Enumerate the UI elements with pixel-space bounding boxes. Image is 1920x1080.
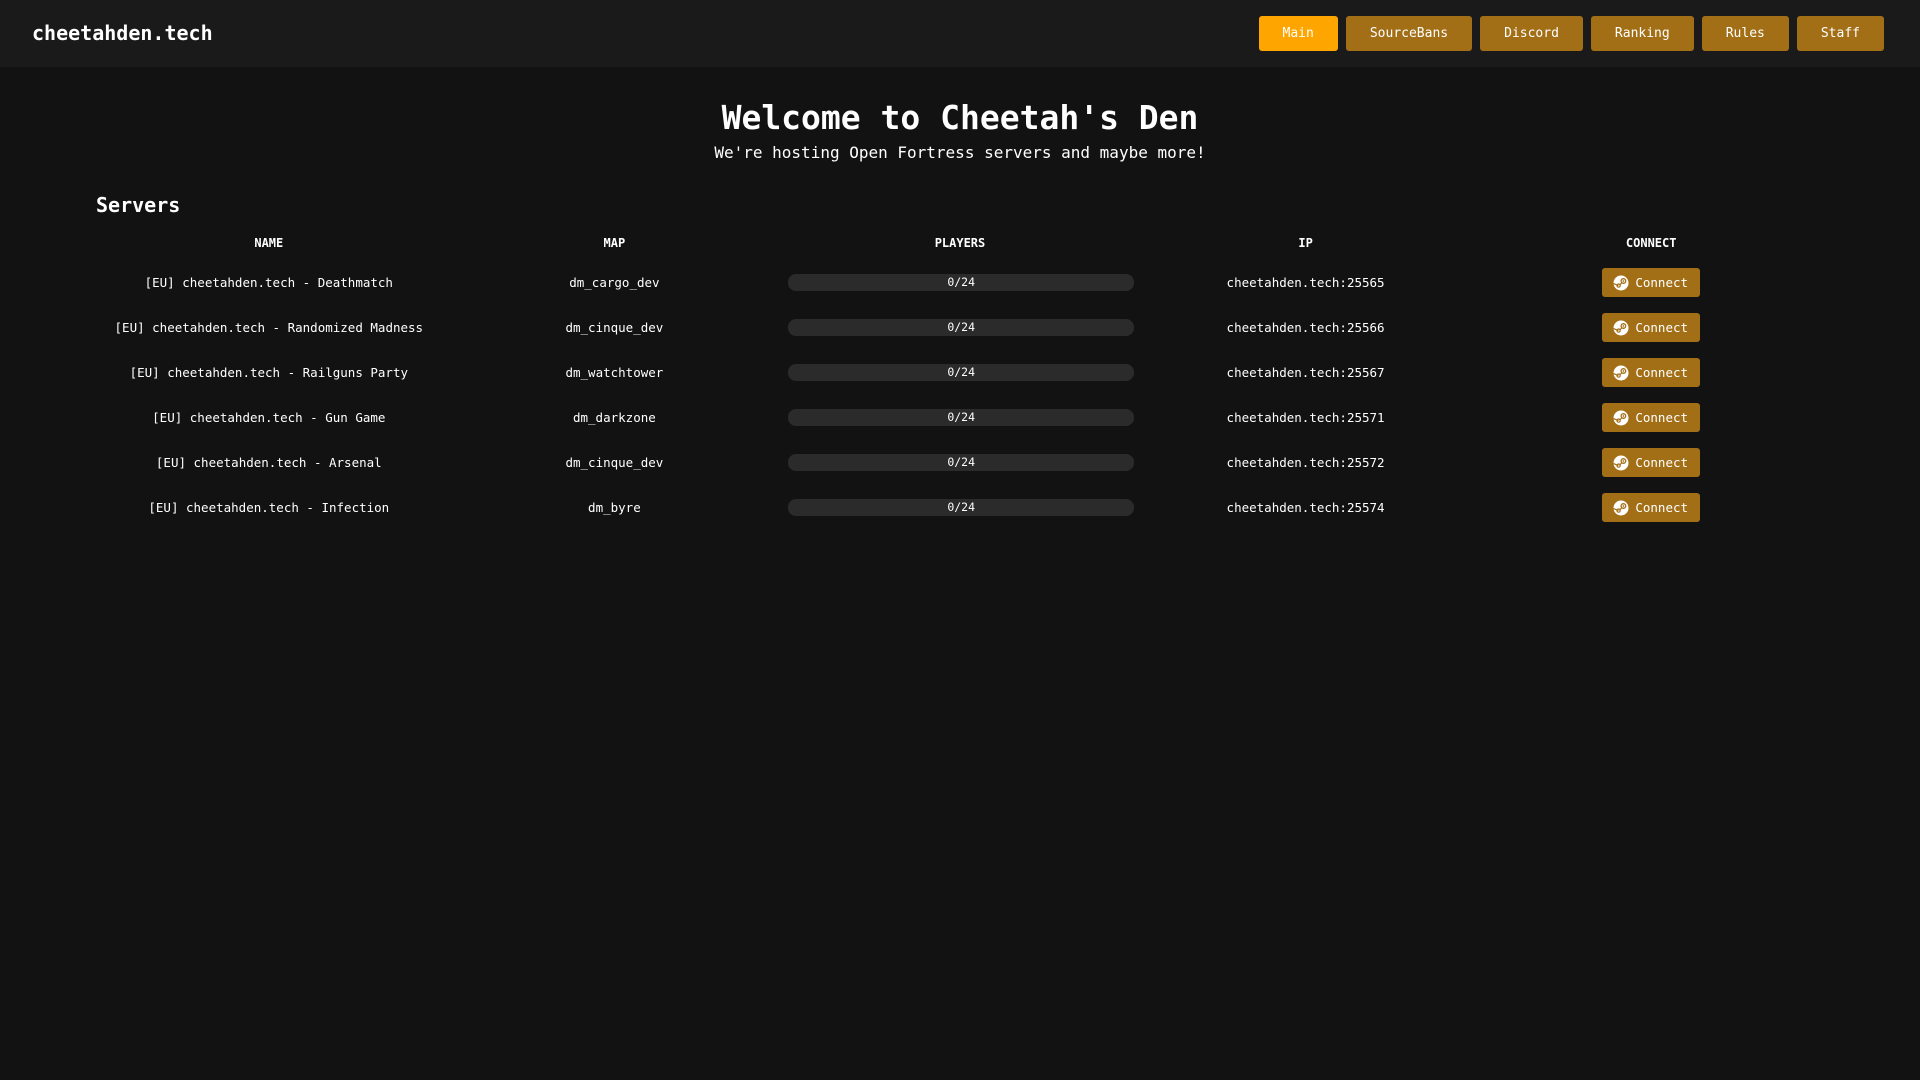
- steam-icon: [1613, 275, 1629, 291]
- server-name: [EU] cheetahden.tech - Railguns Party: [129, 365, 409, 380]
- server-connect-cell: Connect: [1478, 350, 1824, 395]
- connect-button[interactable]: Connect: [1602, 268, 1701, 297]
- hero-section: Welcome to Cheetah's Den We're hosting O…: [0, 96, 1920, 164]
- connect-label: Connect: [1635, 320, 1689, 335]
- page-subtitle: We're hosting Open Fortress servers and …: [714, 143, 1206, 162]
- server-connect-cell: Connect: [1478, 305, 1824, 350]
- top-navbar: cheetahden.tech Main SourceBans Discord …: [0, 0, 1920, 67]
- players-progress-bar: 0/24: [788, 499, 1135, 516]
- server-map: dm_cinque_dev: [565, 320, 664, 335]
- server-ip: cheetahden.tech:25574: [1226, 500, 1385, 515]
- site-brand[interactable]: cheetahden.tech: [32, 0, 213, 67]
- connect-button[interactable]: Connect: [1602, 448, 1701, 477]
- players-progress-bar: 0/24: [788, 409, 1135, 426]
- server-map: dm_darkzone: [572, 410, 656, 425]
- server-name: [EU] cheetahden.tech - Deathmatch: [144, 275, 393, 290]
- server-players: 0/24: [787, 305, 1135, 350]
- server-ip: cheetahden.tech:25567: [1226, 365, 1385, 380]
- column-header-map: MAP: [603, 235, 626, 250]
- connect-button[interactable]: Connect: [1602, 403, 1701, 432]
- steam-icon: [1613, 320, 1629, 336]
- server-map: dm_cargo_dev: [569, 275, 660, 290]
- players-progress-bar: 0/24: [788, 274, 1135, 291]
- servers-table: NAME MAP PLAYERS IP CONNECT [EU] cheetah…: [96, 225, 1824, 530]
- table-header-row: NAME MAP PLAYERS IP CONNECT: [96, 225, 1824, 260]
- players-count: 0/24: [947, 275, 976, 289]
- server-map: dm_watchtower: [565, 365, 664, 380]
- table-row: [EU] cheetahden.tech - Deathmatch dm_carg…: [96, 260, 1824, 305]
- players-progress-bar: 0/24: [788, 454, 1135, 471]
- players-progress-bar: 0/24: [788, 319, 1135, 336]
- steam-icon: [1613, 410, 1629, 426]
- column-header-players: PLAYERS: [934, 235, 986, 250]
- servers-heading: Servers: [96, 193, 181, 217]
- server-connect-cell: Connect: [1478, 485, 1824, 530]
- server-map: dm_byre: [588, 500, 641, 515]
- server-map: dm_cinque_dev: [565, 455, 664, 470]
- table-row: [EU] cheetahden.tech - Randomized Madnes…: [96, 305, 1824, 350]
- connect-button[interactable]: Connect: [1602, 358, 1701, 387]
- server-ip: cheetahden.tech:25566: [1226, 320, 1385, 335]
- steam-icon: [1613, 365, 1629, 381]
- column-header-ip: IP: [1298, 235, 1313, 250]
- steam-icon: [1613, 455, 1629, 471]
- connect-label: Connect: [1635, 455, 1689, 470]
- players-count: 0/24: [947, 320, 976, 334]
- nav-menu: Main SourceBans Discord Ranking Rules St…: [1258, 16, 1884, 51]
- connect-label: Connect: [1635, 410, 1689, 425]
- column-header-name: NAME: [254, 235, 284, 250]
- column-header-connect: CONNECT: [1625, 235, 1677, 250]
- nav-main-button[interactable]: Main: [1258, 16, 1338, 51]
- server-name: [EU] cheetahden.tech - Arsenal: [155, 455, 382, 470]
- connect-label: Connect: [1635, 275, 1689, 290]
- players-count: 0/24: [947, 365, 976, 379]
- server-ip: cheetahden.tech:25571: [1226, 410, 1385, 425]
- server-players: 0/24: [787, 395, 1135, 440]
- server-name: [EU] cheetahden.tech - Infection: [148, 500, 390, 515]
- server-ip: cheetahden.tech:25572: [1226, 455, 1385, 470]
- server-name: [EU] cheetahden.tech - Randomized Madnes…: [114, 320, 424, 335]
- players-count: 0/24: [947, 500, 976, 514]
- server-players: 0/24: [787, 485, 1135, 530]
- server-players: 0/24: [787, 260, 1135, 305]
- players-progress-bar: 0/24: [788, 364, 1135, 381]
- server-connect-cell: Connect: [1478, 440, 1824, 485]
- nav-ranking-button[interactable]: Ranking: [1590, 16, 1694, 51]
- server-connect-cell: Connect: [1478, 395, 1824, 440]
- connect-label: Connect: [1635, 365, 1689, 380]
- server-players: 0/24: [787, 350, 1135, 395]
- table-row: [EU] cheetahden.tech - Gun Game dm_darkzo…: [96, 395, 1824, 440]
- steam-icon: [1613, 500, 1629, 516]
- table-row: [EU] cheetahden.tech - Railguns Party dm_…: [96, 350, 1824, 395]
- nav-sourcebans-button[interactable]: SourceBans: [1345, 16, 1473, 51]
- connect-button[interactable]: Connect: [1602, 493, 1701, 522]
- connect-button[interactable]: Connect: [1602, 313, 1701, 342]
- server-players: 0/24: [787, 440, 1135, 485]
- server-connect-cell: Connect: [1478, 260, 1824, 305]
- nav-rules-button[interactable]: Rules: [1701, 16, 1789, 51]
- nav-staff-button[interactable]: Staff: [1796, 16, 1884, 51]
- players-count: 0/24: [947, 410, 976, 424]
- server-name: [EU] cheetahden.tech - Gun Game: [152, 410, 386, 425]
- players-count: 0/24: [947, 455, 976, 469]
- page-title: Welcome to Cheetah's Den: [721, 98, 1199, 137]
- nav-discord-button[interactable]: Discord: [1480, 16, 1583, 51]
- server-ip: cheetahden.tech:25565: [1226, 275, 1385, 290]
- connect-label: Connect: [1635, 500, 1689, 515]
- table-row: [EU] cheetahden.tech - Infection dm_byre 0…: [96, 485, 1824, 530]
- table-row: [EU] cheetahden.tech - Arsenal dm_cinque_…: [96, 440, 1824, 485]
